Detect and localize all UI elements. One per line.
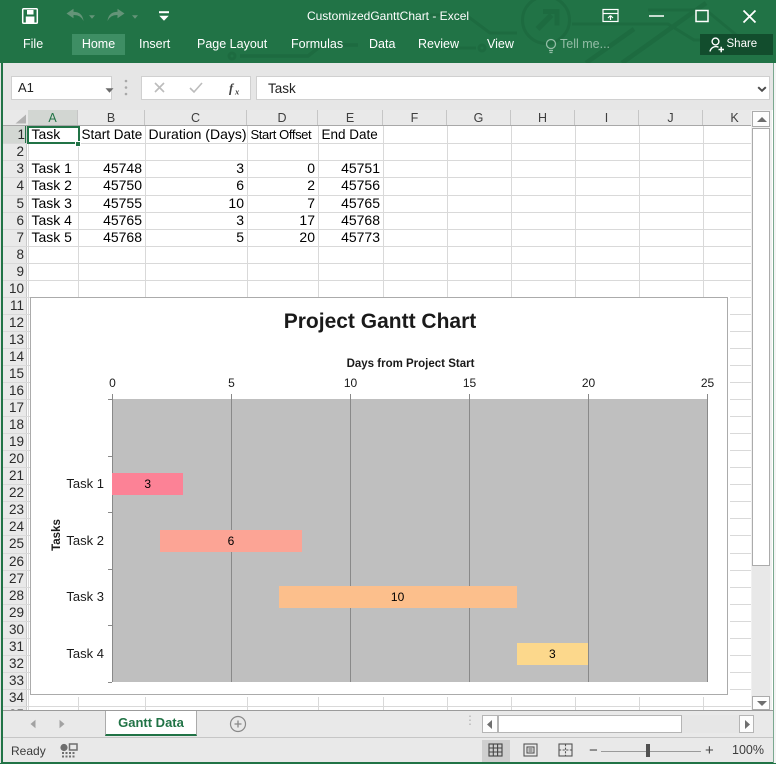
svg-text:x: x — [234, 87, 240, 97]
